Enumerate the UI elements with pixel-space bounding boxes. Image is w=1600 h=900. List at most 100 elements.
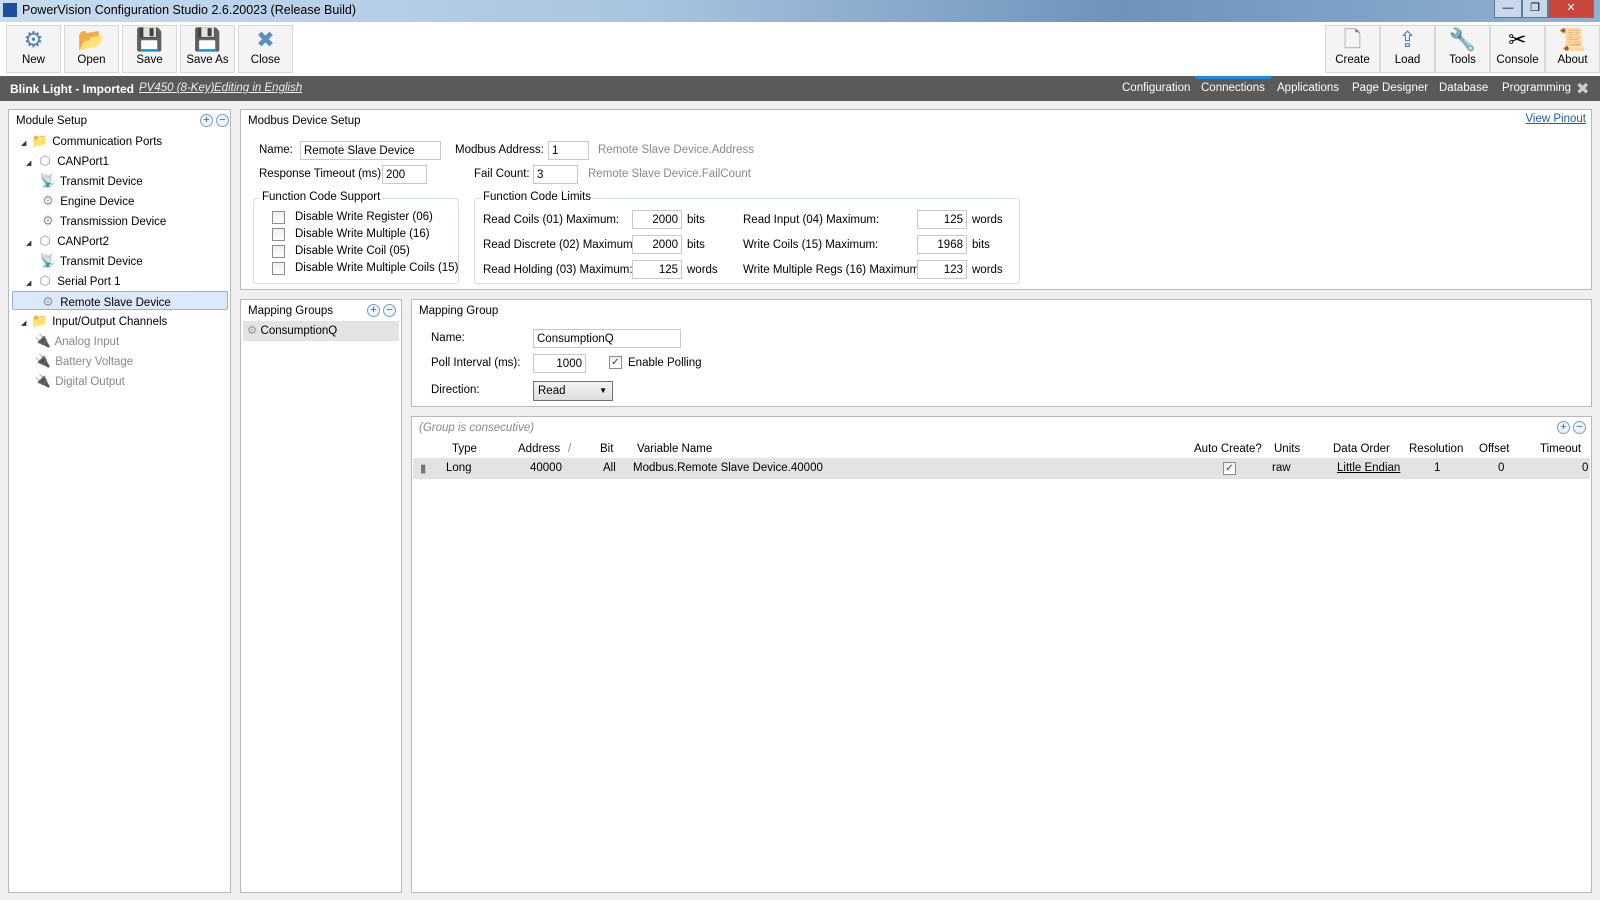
tree-item-transmission-device[interactable]: ⚙ Transmission Device [39, 211, 166, 230]
title-bar: PowerVision Configuration Studio 2.6.200… [0, 0, 1600, 22]
device-link[interactable]: PV450 (8-Key) [139, 82, 214, 94]
remove-icon[interactable]: − [383, 304, 396, 317]
table-row[interactable]: ▮ Long 40000 All Modbus.Remote Slave Dev… [413, 458, 1590, 479]
limit-label: Write Multiple Regs (16) Maximum: [743, 264, 923, 276]
open-button[interactable]: 📂 Open [64, 25, 119, 73]
direction-select[interactable]: Read ▼ [533, 381, 613, 401]
enable-polling-checkbox[interactable]: ✓ [609, 356, 622, 369]
save-button[interactable]: 💾 Save [122, 25, 177, 73]
tree-item-io-channels[interactable]: ◢ 📁 Input/Output Channels [21, 311, 167, 330]
panel-title: Mapping Group [419, 305, 499, 317]
tab-connections[interactable]: Connections [1195, 76, 1271, 94]
remove-icon[interactable]: − [1573, 421, 1586, 434]
close-window-button[interactable]: ✕ [1548, 0, 1594, 18]
tab-configuration[interactable]: Configuration [1122, 82, 1190, 94]
column-header-bit[interactable]: Bit [600, 443, 613, 455]
tab-applications[interactable]: Applications [1277, 82, 1339, 94]
view-pinout-link[interactable]: View Pinout [1525, 113, 1586, 125]
device-name-input[interactable] [300, 141, 441, 160]
column-header-address[interactable]: Address [518, 443, 560, 455]
column-header-auto-create[interactable]: Auto Create? [1194, 443, 1262, 455]
chevron-down-icon: ▼ [599, 386, 607, 395]
create-button[interactable]: 🗋 Create [1325, 25, 1380, 73]
group-note: (Group is consecutive) [419, 422, 535, 434]
panel-title: Module Setup [16, 115, 87, 127]
about-button[interactable]: 📜 About [1545, 25, 1600, 73]
register-table-panel: (Group is consecutive) + − Type Address … [411, 416, 1592, 893]
tree-item-analog-input[interactable]: 🔌 Analog Input [34, 331, 119, 350]
unit-label: words [972, 214, 1003, 226]
tree-item-transmit-device-2[interactable]: 📡 Transmit Device [39, 251, 143, 270]
modbus-device-setup-panel: Modbus Device Setup View Pinout Name: Mo… [240, 109, 1592, 290]
unit-label: words [972, 264, 1003, 276]
close-button[interactable]: ✖ Close [238, 25, 293, 73]
new-button[interactable]: ⚙ New [6, 25, 61, 73]
disable-write-coil-checkbox[interactable] [272, 245, 285, 258]
mapping-group-item[interactable]: ⚙ ConsumptionQ [243, 321, 399, 341]
remove-icon[interactable]: − [216, 114, 229, 127]
fail-count-input[interactable] [533, 165, 578, 184]
tree-item-transmit-device[interactable]: 📡 Transmit Device [39, 171, 143, 190]
read-holding-max-input[interactable] [632, 260, 682, 279]
tab-page-designer[interactable]: Page Designer [1352, 82, 1428, 94]
transmit-icon: 📡 [39, 173, 57, 188]
language-link[interactable]: Editing in English [214, 82, 302, 94]
tree-item-digital-output[interactable]: 🔌 Digital Output [34, 371, 125, 390]
group-name-input[interactable] [533, 329, 681, 348]
column-header-resolution[interactable]: Resolution [1409, 443, 1463, 455]
restore-button[interactable]: ❐ [1522, 0, 1548, 18]
cell-type: Long [446, 462, 472, 474]
auto-create-checkbox[interactable]: ✓ [1223, 462, 1236, 475]
address-label: Modbus Address: [455, 144, 544, 156]
data-order-link[interactable]: Little Endian [1337, 462, 1400, 474]
write-multiple-regs-max-input[interactable] [917, 260, 967, 279]
minimize-button[interactable]: — [1494, 0, 1522, 18]
column-header-offset[interactable]: Offset [1479, 443, 1509, 455]
console-button[interactable]: ✂ Console [1490, 25, 1545, 73]
column-header-variable-name[interactable]: Variable Name [637, 443, 712, 455]
close-icon[interactable]: ✖ [1576, 79, 1589, 99]
tools-button[interactable]: 🔧 Tools [1435, 25, 1490, 73]
tree-item-battery-voltage[interactable]: 🔌 Battery Voltage [34, 351, 133, 370]
cell-units: raw [1272, 462, 1291, 474]
name-label: Name: [431, 332, 465, 344]
add-icon[interactable]: + [1557, 421, 1570, 434]
add-icon[interactable]: + [200, 114, 213, 127]
column-header-units[interactable]: Units [1274, 443, 1300, 455]
tree-item-canport2[interactable]: ◢ ⬡ CANPort2 [26, 231, 109, 250]
tree-item-communication-ports[interactable]: ◢ 📁 Communication Ports [21, 131, 162, 150]
disable-write-multiple-coils-checkbox[interactable] [272, 262, 285, 275]
unit-label: bits [687, 239, 705, 251]
tab-database[interactable]: Database [1439, 82, 1488, 94]
checkbox-label: Disable Write Register (06) [295, 211, 433, 223]
disable-write-register-checkbox[interactable] [272, 211, 285, 224]
name-label: Name: [259, 144, 293, 156]
modbus-address-input[interactable] [548, 141, 589, 160]
add-icon[interactable]: + [367, 304, 380, 317]
group-title: Function Code Limits [481, 191, 594, 203]
register-icon: ▮ [420, 463, 427, 475]
save-as-button[interactable]: 💾 Save As [180, 25, 235, 73]
column-header-type[interactable]: Type [452, 443, 477, 455]
screwdriver-wrench-icon: ✂ [1508, 27, 1527, 52]
tree-item-remote-slave-device[interactable]: ⚙ Remote Slave Device [12, 291, 228, 310]
tools-icon: 🔧 [1448, 27, 1477, 52]
read-input-max-input[interactable] [917, 210, 967, 229]
response-timeout-input[interactable] [382, 165, 427, 184]
checkbox-label: Disable Write Multiple (16) [295, 228, 430, 240]
read-coils-max-input[interactable] [632, 210, 682, 229]
read-discrete-max-input[interactable] [632, 235, 682, 254]
column-header-data-order[interactable]: Data Order [1333, 443, 1390, 455]
poll-interval-input[interactable] [533, 354, 586, 373]
tree-item-engine-device[interactable]: ⚙ Engine Device [39, 191, 134, 210]
load-button[interactable]: ⇪ Load [1380, 25, 1435, 73]
cell-variable-name: Modbus.Remote Slave Device.40000 [633, 462, 823, 474]
write-coils-max-input[interactable] [917, 235, 967, 254]
tree-item-serial-port-1[interactable]: ◢ ⬡ Serial Port 1 [26, 271, 120, 290]
disable-write-multiple-checkbox[interactable] [272, 228, 285, 241]
plug-icon: 🔌 [34, 353, 52, 368]
timeout-label: Response Timeout (ms): [259, 168, 385, 180]
tab-programming[interactable]: Programming [1502, 82, 1571, 94]
column-header-timeout[interactable]: Timeout [1540, 443, 1581, 455]
tree-item-canport1[interactable]: ◢ ⬡ CANPort1 [26, 151, 109, 170]
